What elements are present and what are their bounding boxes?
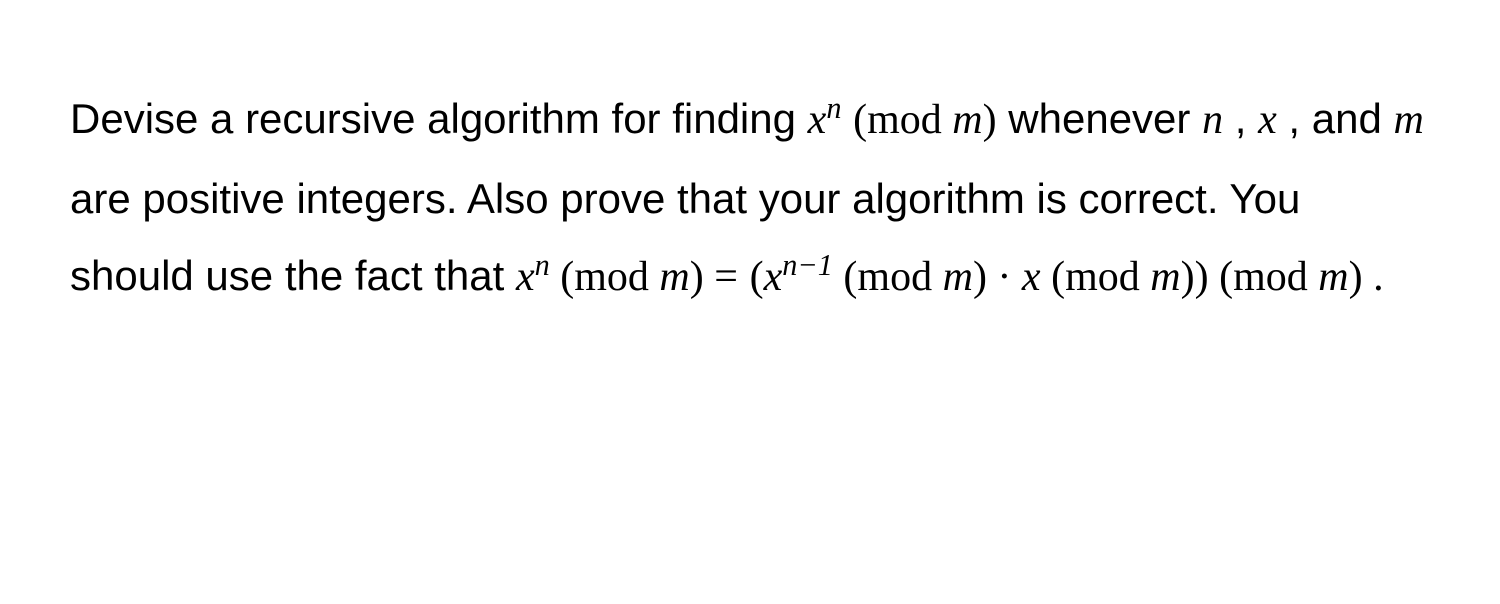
var-m-2: m xyxy=(1394,97,1424,143)
exp-n-2: n xyxy=(535,248,550,282)
exp-n-minus-1: n−1 xyxy=(782,248,833,282)
open-paren-2: ( xyxy=(550,254,575,300)
var-n: n xyxy=(1202,97,1223,143)
sep-1: ( xyxy=(833,254,858,300)
close-paren: ) xyxy=(983,97,997,143)
expr-mod-m-final: (mod m) . xyxy=(1209,252,1384,299)
text-comma-2: , and xyxy=(1277,95,1394,142)
exp-n: n xyxy=(826,91,841,125)
equals-sign: = xyxy=(714,254,738,300)
var-m-4: m xyxy=(943,254,973,300)
var-m-5: m xyxy=(1150,254,1180,300)
expr-x-to-n: xn xyxy=(808,95,842,142)
problem-statement: Devise a recursive algorithm for finding… xyxy=(70,80,1430,317)
mod-operator: mod xyxy=(867,97,952,143)
var-m-6: m xyxy=(1318,254,1348,300)
expr-x-to-n-2: xn xyxy=(516,252,550,299)
var-m: m xyxy=(952,97,982,143)
mod-operator-5: mod xyxy=(1233,254,1318,300)
var-x: x xyxy=(808,97,827,143)
mod-operator-4: mod xyxy=(1065,254,1150,300)
close-paren-double: )) xyxy=(1181,254,1209,300)
text-part-2: whenever xyxy=(997,95,1202,142)
text-part-1: Devise a recursive algorithm for finding xyxy=(70,95,808,142)
expr-rhs: (xn−1 (mod m) · x (mod m)) xyxy=(750,252,1209,299)
expr-mod-m-1: (mod m) xyxy=(853,95,997,142)
var-x-5: x xyxy=(1022,254,1041,300)
open-paren-3: ( xyxy=(750,254,764,300)
var-x-3: x xyxy=(516,254,535,300)
close-dot: ) · xyxy=(973,254,1022,300)
sep-2: ( xyxy=(1041,254,1066,300)
mod-operator-2: mod xyxy=(574,254,659,300)
mod-operator-3: mod xyxy=(857,254,942,300)
close-paren-final: ) . xyxy=(1349,254,1384,300)
text-comma-1: , xyxy=(1223,95,1258,142)
open-paren: ( xyxy=(853,97,867,143)
close-paren-2: ) xyxy=(690,254,715,300)
var-m-3: m xyxy=(659,254,689,300)
sep-3: ( xyxy=(1209,254,1234,300)
expr-mod-m-2: (mod m) xyxy=(550,252,715,299)
var-x-4: x xyxy=(764,254,783,300)
var-x-2: x xyxy=(1258,97,1277,143)
